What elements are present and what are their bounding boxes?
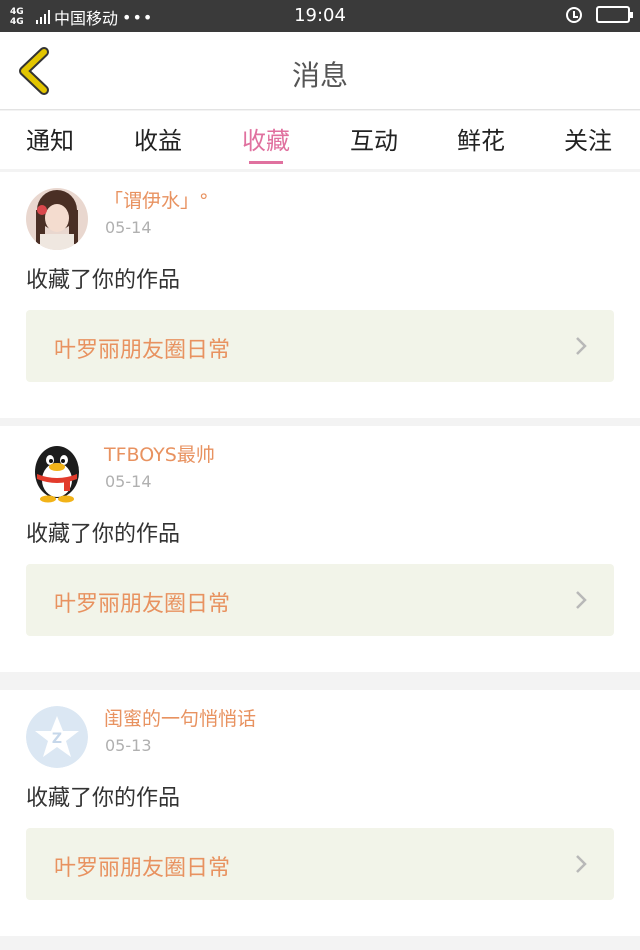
tab-earnings[interactable]: 收益 [134,121,182,156]
page-title: 消息 [291,59,348,92]
notification-card: Z 闺蜜的一句悄悄话 05-13 收藏了你的作品 叶罗丽朋友圈日常 [0,690,640,936]
notification-date: 05-13 [105,736,152,755]
notification-card: 「谓伊水」° 05-14 收藏了你的作品 叶罗丽朋友圈日常 [0,172,640,418]
app-header: 消息 [0,32,640,110]
tab-favorites[interactable]: 收藏 [242,121,290,156]
work-title: 叶罗丽朋友圈日常 [54,592,231,617]
notification-date: 05-14 [105,218,152,237]
alarm-icon [566,6,582,23]
tab-flowers[interactable]: 鲜花 [457,121,505,156]
status-right [566,6,633,23]
clock: 19:04 [294,5,346,26]
status-bar: 4G 4G 中国移动 ••• 19:04 [0,0,640,32]
chevron-right-icon [576,591,587,609]
work-link[interactable]: 叶罗丽朋友圈日常 [26,564,614,636]
work-title: 叶罗丽朋友圈日常 [54,856,231,881]
notification-date: 05-14 [105,472,152,491]
notification-action: 收藏了你的作品 [26,522,181,547]
tab-notice[interactable]: 通知 [26,121,74,156]
user-name[interactable]: 「谓伊水」° [104,186,209,213]
user-name[interactable]: 闺蜜的一句悄悄话 [104,704,256,731]
notification-action: 收藏了你的作品 [26,268,181,293]
chevron-right-icon [576,337,587,355]
work-link[interactable]: 叶罗丽朋友圈日常 [26,828,614,900]
user-name[interactable]: TFBOYS最帅 [104,440,215,467]
girl-photo-avatar-icon [26,188,88,250]
chevron-right-icon [576,855,587,873]
svg-text:Z: Z [52,731,62,747]
notification-card: TFBOYS最帅 05-14 收藏了你的作品 叶罗丽朋友圈日常 [0,426,640,672]
work-link[interactable]: 叶罗丽朋友圈日常 [26,310,614,382]
notification-action: 收藏了你的作品 [26,786,181,811]
tab-interactions[interactable]: 互动 [350,121,398,156]
default-star-avatar-icon: Z [26,706,88,768]
penguin-avatar-icon [26,442,88,504]
active-tab-indicator [249,161,283,164]
tab-bar: 通知 收益 收藏 互动 鲜花 关注 [0,111,640,169]
user-avatar[interactable] [26,188,88,250]
tab-follows[interactable]: 关注 [564,121,612,156]
user-avatar[interactable] [26,442,88,504]
work-title: 叶罗丽朋友圈日常 [54,338,231,363]
battery-icon [596,6,633,23]
user-avatar[interactable]: Z [26,706,88,768]
